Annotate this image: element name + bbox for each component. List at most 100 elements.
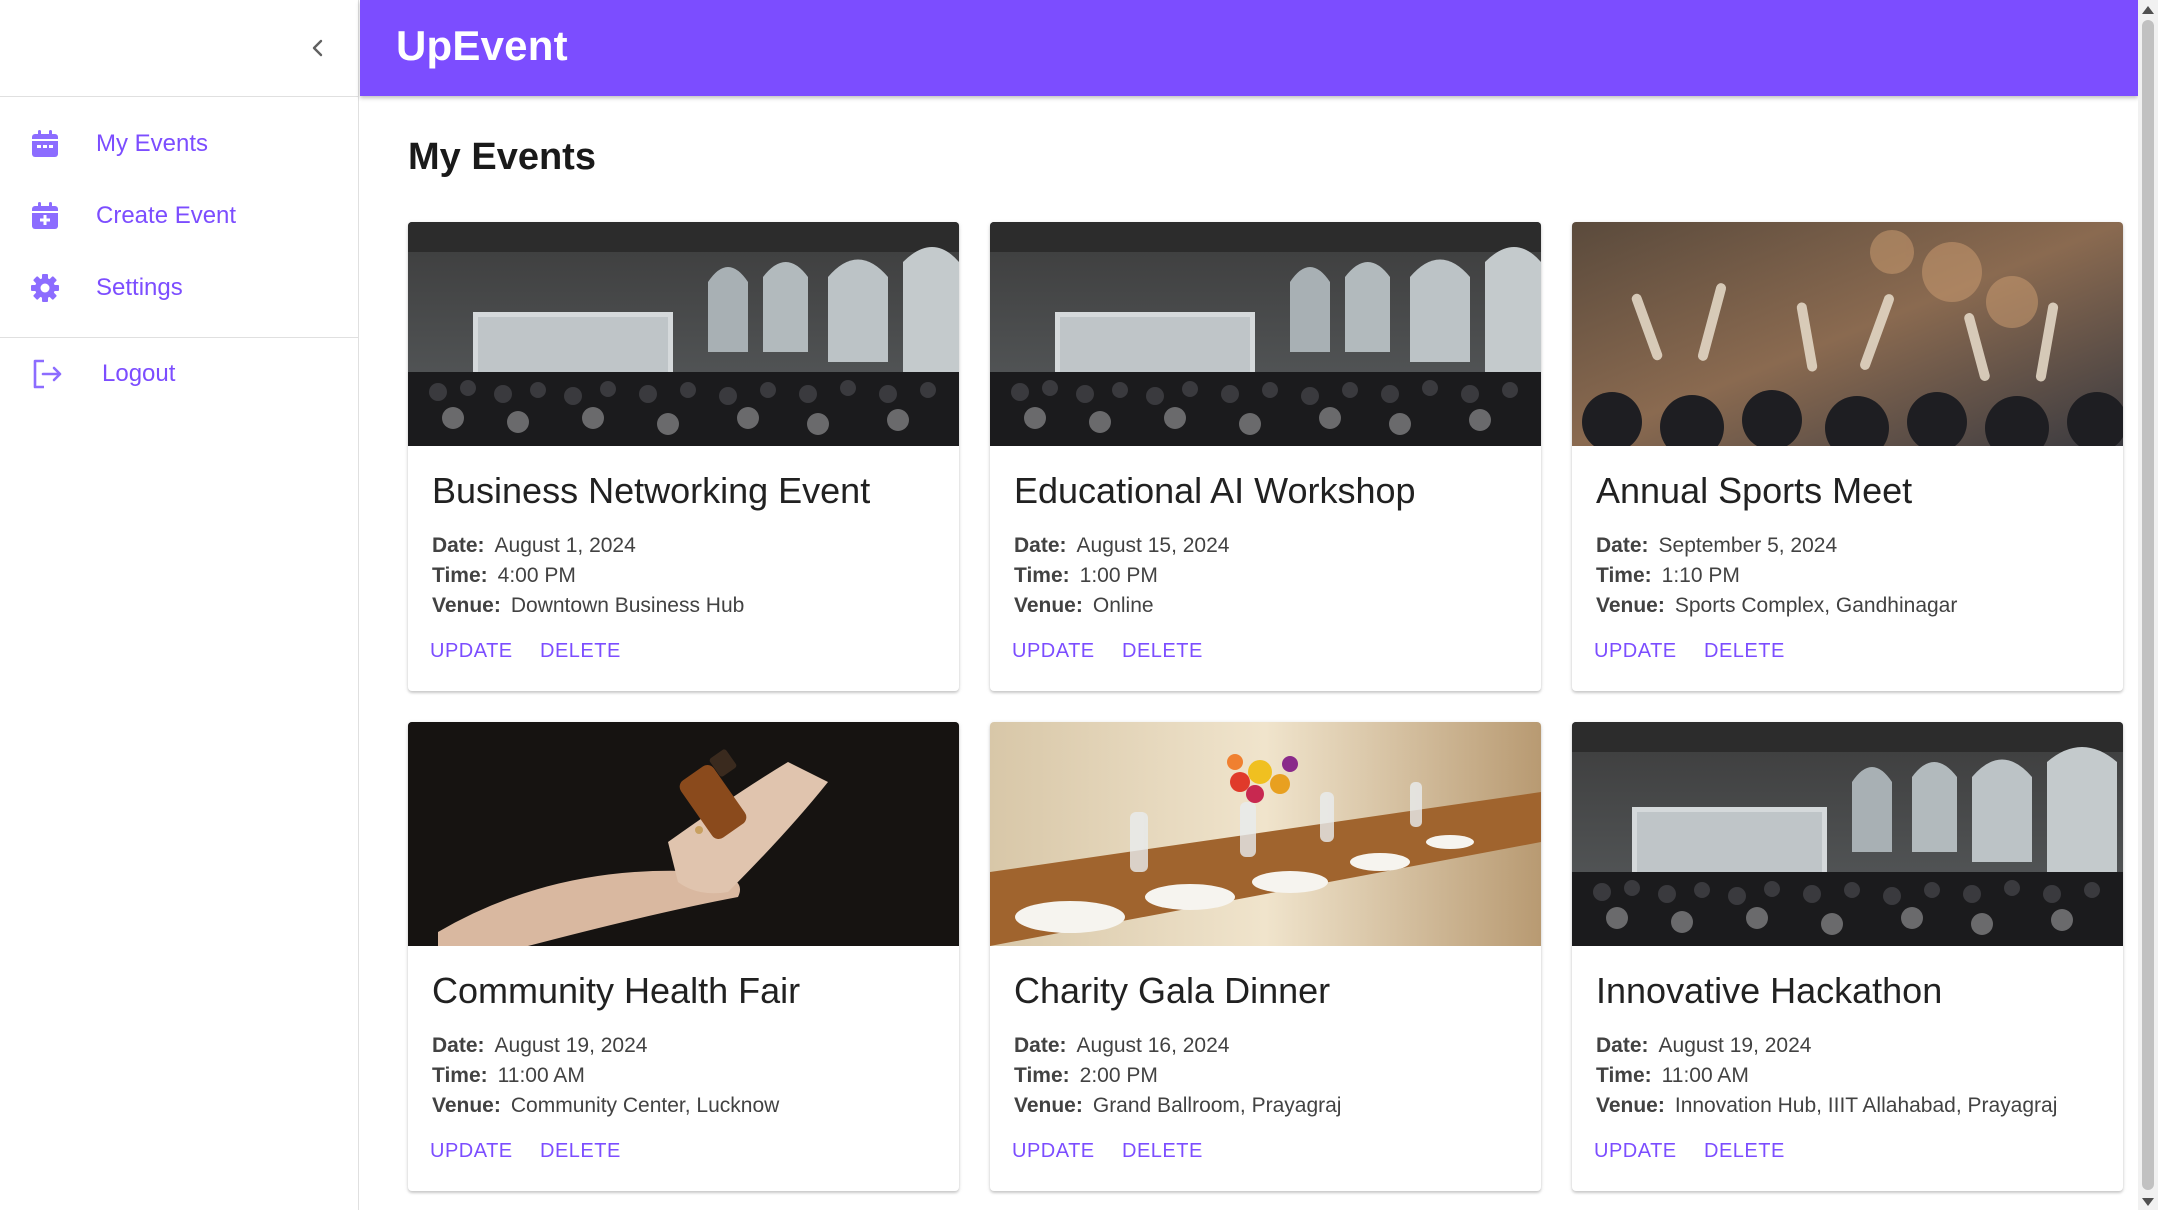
event-venue: Venue: Online bbox=[1014, 594, 1154, 618]
event-time: Time: 11:00 AM bbox=[1596, 1064, 1749, 1088]
time-label: Time: bbox=[432, 564, 488, 587]
event-time: Time: 4:00 PM bbox=[432, 564, 576, 588]
venue-value: Grand Ballroom, Prayagraj bbox=[1092, 1094, 1342, 1117]
delete-button[interactable]: DELETE bbox=[1704, 640, 1785, 663]
delete-button[interactable]: DELETE bbox=[540, 1140, 621, 1163]
venue-value: Innovation Hub, IIIT Allahabad, Prayagra… bbox=[1674, 1094, 2058, 1117]
time-value: 11:00 AM bbox=[497, 1064, 585, 1087]
date-label: Date: bbox=[1014, 534, 1067, 557]
date-label: Date: bbox=[432, 534, 485, 557]
event-venue: Venue: Grand Ballroom, Prayagraj bbox=[1014, 1094, 1341, 1118]
update-button[interactable]: UPDATE bbox=[1594, 640, 1677, 663]
event-card: Annual Sports Meet Date: September 5, 202… bbox=[1572, 222, 2123, 691]
event-title: Charity Gala Dinner bbox=[1014, 970, 1331, 1011]
delete-button[interactable]: DELETE bbox=[1704, 1140, 1785, 1163]
app-bar: UpEvent bbox=[360, 0, 2138, 96]
date-label: Date: bbox=[432, 1034, 485, 1057]
event-time: Time: 2:00 PM bbox=[1014, 1064, 1158, 1088]
event-title: Annual Sports Meet bbox=[1596, 470, 1913, 511]
event-date: Date: August 19, 2024 bbox=[1596, 1034, 1811, 1058]
event-card: Educational AI Workshop Date: August 15, … bbox=[990, 222, 1541, 691]
conference-hall-photo bbox=[990, 222, 1541, 446]
event-venue: Venue: Innovation Hub, IIIT Allahabad, Pr… bbox=[1596, 1094, 2057, 1118]
time-value: 1:10 PM bbox=[1661, 564, 1740, 587]
calendar-add-icon bbox=[28, 199, 62, 233]
venue-value: Sports Complex, Gandhinagar bbox=[1674, 594, 1958, 617]
venue-value: Downtown Business Hub bbox=[510, 594, 745, 617]
event-venue: Venue: Community Center, Lucknow bbox=[432, 1094, 779, 1118]
time-label: Time: bbox=[1014, 1064, 1070, 1087]
chevron-left-icon bbox=[312, 39, 323, 57]
date-value: August 15, 2024 bbox=[1076, 534, 1230, 557]
date-value: September 5, 2024 bbox=[1658, 534, 1838, 557]
venue-label: Venue: bbox=[432, 1094, 501, 1117]
sidebar-item-label: Settings bbox=[96, 274, 183, 301]
event-time: Time: 1:10 PM bbox=[1596, 564, 1740, 588]
event-title: Educational AI Workshop bbox=[1014, 470, 1416, 511]
vertical-scrollbar[interactable] bbox=[2138, 0, 2158, 1210]
event-card: Business Networking Event Date: August 1,… bbox=[408, 222, 959, 691]
sidebar-item-label: Logout bbox=[102, 360, 176, 387]
update-button[interactable]: UPDATE bbox=[1594, 1140, 1677, 1163]
scroll-thumb[interactable] bbox=[2142, 20, 2154, 1190]
event-title: Innovative Hackathon bbox=[1596, 970, 1943, 1011]
event-date: Date: August 1, 2024 bbox=[432, 534, 636, 558]
sidebar-item-label: My Events bbox=[96, 130, 209, 157]
banquet-table-photo bbox=[990, 722, 1541, 946]
page-title: My Events bbox=[408, 136, 596, 178]
update-button[interactable]: UPDATE bbox=[1012, 640, 1095, 663]
conference-hall-photo bbox=[408, 222, 959, 446]
time-value: 4:00 PM bbox=[497, 564, 576, 587]
dropper-bottle-hand-photo bbox=[408, 722, 959, 946]
update-button[interactable]: UPDATE bbox=[430, 640, 513, 663]
sidebar-item-create-event[interactable]: Create Event bbox=[0, 180, 358, 252]
venue-label: Venue: bbox=[1596, 1094, 1665, 1117]
sidebar-header bbox=[0, 0, 358, 97]
event-date: Date: August 19, 2024 bbox=[432, 1034, 647, 1058]
update-button[interactable]: UPDATE bbox=[430, 1140, 513, 1163]
date-label: Date: bbox=[1014, 1034, 1067, 1057]
sidebar-item-settings[interactable]: Settings bbox=[0, 252, 358, 324]
venue-label: Venue: bbox=[1596, 594, 1665, 617]
event-venue: Venue: Sports Complex, Gandhinagar bbox=[1596, 594, 1957, 618]
scroll-down-arrow-icon[interactable] bbox=[2142, 1198, 2154, 1206]
event-title: Community Health Fair bbox=[432, 970, 801, 1011]
logout-icon bbox=[30, 357, 64, 391]
collapse-sidebar-button[interactable] bbox=[300, 30, 336, 66]
sidebar-item-label: Create Event bbox=[96, 202, 237, 229]
event-title: Business Networking Event bbox=[432, 470, 871, 511]
date-label: Date: bbox=[1596, 1034, 1649, 1057]
date-value: August 19, 2024 bbox=[1658, 1034, 1812, 1057]
calendar-icon bbox=[28, 127, 62, 161]
time-label: Time: bbox=[432, 1064, 488, 1087]
venue-label: Venue: bbox=[1014, 1094, 1083, 1117]
event-date: Date: September 5, 2024 bbox=[1596, 534, 1837, 558]
sidebar-item-logout[interactable]: Logout bbox=[0, 338, 358, 410]
venue-label: Venue: bbox=[1014, 594, 1083, 617]
time-label: Time: bbox=[1596, 564, 1652, 587]
event-date: Date: August 15, 2024 bbox=[1014, 534, 1229, 558]
gear-icon bbox=[28, 271, 62, 305]
time-label: Time: bbox=[1596, 1064, 1652, 1087]
update-button[interactable]: UPDATE bbox=[1012, 1140, 1095, 1163]
time-value: 2:00 PM bbox=[1079, 1064, 1158, 1087]
delete-button[interactable]: DELETE bbox=[540, 640, 621, 663]
date-value: August 16, 2024 bbox=[1076, 1034, 1230, 1057]
app-brand: UpEvent bbox=[396, 22, 568, 69]
sidebar-item-my-events[interactable]: My Events bbox=[0, 108, 358, 180]
delete-button[interactable]: DELETE bbox=[1122, 1140, 1203, 1163]
scroll-up-arrow-icon[interactable] bbox=[2142, 6, 2154, 14]
event-time: Time: 1:00 PM bbox=[1014, 564, 1158, 588]
venue-value: Community Center, Lucknow bbox=[510, 1094, 780, 1117]
event-card: Community Health Fair Date: August 19, 20… bbox=[408, 722, 959, 1191]
date-value: August 1, 2024 bbox=[494, 534, 636, 557]
concert-crowd-photo bbox=[1572, 222, 2123, 446]
event-date: Date: August 16, 2024 bbox=[1014, 1034, 1229, 1058]
sidebar: My Events Create Event Settings Logout bbox=[0, 0, 359, 1210]
delete-button[interactable]: DELETE bbox=[1122, 640, 1203, 663]
date-value: August 19, 2024 bbox=[494, 1034, 648, 1057]
time-value: 1:00 PM bbox=[1079, 564, 1158, 587]
venue-label: Venue: bbox=[432, 594, 501, 617]
event-card: Charity Gala Dinner Date: August 16, 2024… bbox=[990, 722, 1541, 1191]
venue-value: Online bbox=[1092, 594, 1154, 617]
